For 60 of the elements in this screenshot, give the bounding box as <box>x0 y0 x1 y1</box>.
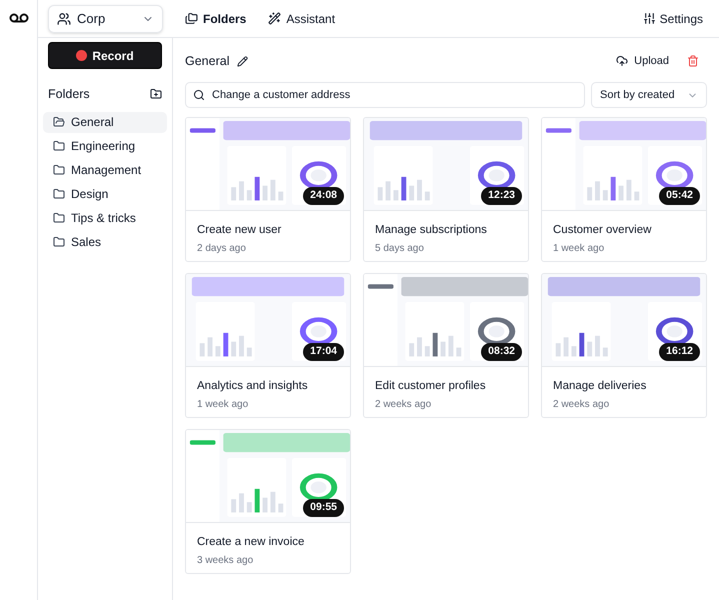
edit-icon[interactable] <box>237 56 248 66</box>
video-card[interactable]: 05:42 Customer overview 1 week ago <box>541 117 707 262</box>
video-age: 2 weeks ago <box>375 398 432 412</box>
video-title: Customer overview <box>553 223 652 238</box>
video-card[interactable]: 24:08 Create new user 2 days ago <box>185 117 351 262</box>
folder-item[interactable]: Management <box>43 160 167 181</box>
voicemail-icon[interactable] <box>8 12 28 24</box>
duration-badge: 08:32 <box>481 343 522 361</box>
folder-icon <box>53 212 65 224</box>
magic-wand-icon <box>268 12 282 25</box>
folder-icon <box>53 236 65 248</box>
video-card[interactable]: 09:55 Create a new invoice 3 weeks ago <box>185 429 351 574</box>
duration-badge: 09:55 <box>303 499 344 517</box>
video-age: 2 weeks ago <box>553 398 610 412</box>
video-title: Edit customer profiles <box>375 379 487 394</box>
open-folder-icon <box>53 116 65 128</box>
users-icon <box>57 12 71 26</box>
video-title: Create a new invoice <box>197 535 306 550</box>
folder-item[interactable]: Tips & tricks <box>43 208 167 229</box>
duration-badge: 24:08 <box>303 187 344 205</box>
settings-button[interactable]: Settings <box>642 10 703 28</box>
folder-item[interactable]: General <box>43 112 167 133</box>
folder-item[interactable]: Engineering <box>43 136 167 157</box>
folder-icon <box>53 164 65 176</box>
upload-button[interactable]: Upload <box>616 52 669 70</box>
record-button[interactable]: Record <box>48 42 162 69</box>
search-field[interactable]: Change a customer address <box>185 82 585 108</box>
video-card[interactable]: 08:32 Edit customer profiles 2 weeks ago <box>363 273 529 418</box>
video-age: 1 week ago <box>553 242 606 256</box>
video-age: 3 weeks ago <box>197 554 254 568</box>
video-card[interactable]: 16:12 Manage deliveries 2 weeks ago <box>541 273 707 418</box>
nav-tab[interactable]: Assistant <box>260 6 344 32</box>
cloud-upload-icon <box>616 55 628 67</box>
video-age: 5 days ago <box>375 242 425 256</box>
duration-badge: 16:12 <box>659 343 700 361</box>
video-age: 2 days ago <box>197 242 247 256</box>
video-title: Create new user <box>197 223 282 238</box>
search-icon <box>193 89 205 101</box>
nav-tab[interactable]: Folders <box>177 6 254 32</box>
workspace-dropdown[interactable]: Corp <box>48 4 163 32</box>
folder-title: General <box>185 52 230 70</box>
duration-badge: 17:04 <box>303 343 344 361</box>
duration-badge: 12:23 <box>481 187 522 205</box>
duration-badge: 05:42 <box>659 187 700 205</box>
video-title: Manage deliveries <box>553 379 648 394</box>
video-card[interactable]: 17:04 Analytics and insights 1 week ago <box>185 273 351 418</box>
video-card[interactable]: 12:23 Manage subscriptions 5 days ago <box>363 117 529 262</box>
new-folder-icon[interactable] <box>150 88 162 100</box>
folder-icon <box>53 188 65 200</box>
sliders-icon <box>642 12 656 25</box>
video-title: Manage subscriptions <box>375 223 488 238</box>
video-age: 1 week ago <box>197 398 250 412</box>
video-title: Analytics and insights <box>197 379 309 394</box>
folder-item[interactable]: Sales <box>43 232 167 253</box>
folder-icon <box>53 140 65 152</box>
sort-dropdown[interactable]: Sort by created <box>591 82 707 108</box>
folders-icon <box>185 12 198 25</box>
folder-item[interactable]: Design <box>43 184 167 205</box>
sidebar-title: Folders <box>48 86 90 103</box>
trash-icon[interactable] <box>687 55 699 67</box>
